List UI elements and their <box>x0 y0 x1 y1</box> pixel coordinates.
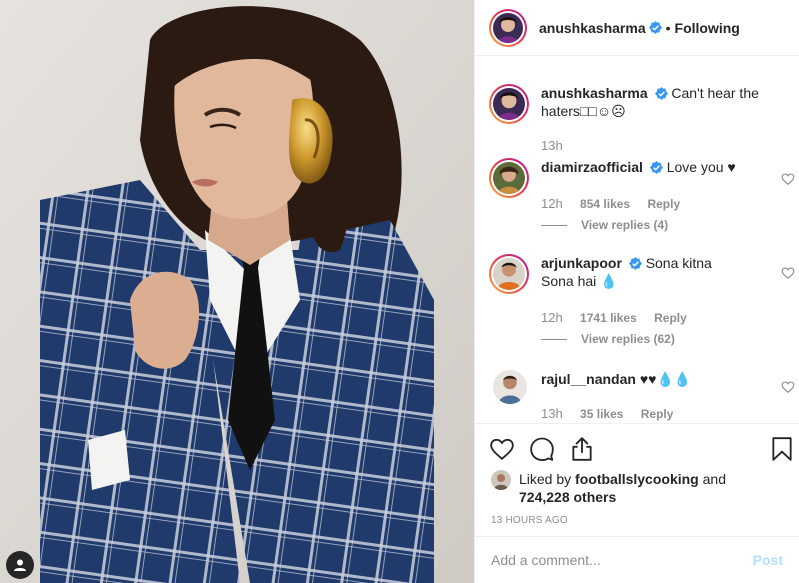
post-actions: Liked by footballslycooking and 724,228 … <box>475 423 799 535</box>
avatar-image <box>493 162 525 194</box>
comment-body: arjunkapoor Sona kitna Sona hai 💧 <box>541 254 746 290</box>
post-timestamp[interactable]: 13 HOURS AGO <box>491 515 568 526</box>
caption-avatar[interactable] <box>489 84 529 124</box>
comment-time[interactable]: 13h <box>541 138 563 153</box>
post-photo-illustration <box>0 0 474 583</box>
author-username[interactable]: anushkasharma <box>539 20 646 36</box>
comment-icon[interactable] <box>529 436 555 462</box>
comment-username[interactable]: diamirzaofficial <box>541 159 643 175</box>
caption-comment: anushkasharma Can't hear the haters□□☺☹ … <box>489 84 789 164</box>
verified-badge-icon <box>654 87 668 100</box>
comment-body: rajul__nandan ♥♥💧💧 <box>541 370 761 388</box>
comment-item: diamirzaofficial Love you ♥ 12h 854 like… <box>489 158 795 238</box>
comment-meta: 13h <box>541 138 577 153</box>
view-replies-button[interactable]: View replies (4) <box>541 218 668 232</box>
view-replies-button[interactable]: View replies (62) <box>541 332 675 346</box>
comments-list[interactable]: anushkasharma Can't hear the haters□□☺☹ … <box>475 70 799 422</box>
comment-meta: 12h 854 likes Reply <box>541 196 694 211</box>
like-comment-heart-icon[interactable] <box>781 172 795 186</box>
avatar-image <box>493 12 523 43</box>
post-header: anushkasharma • Following <box>475 0 799 56</box>
like-comment-heart-icon[interactable] <box>781 266 795 280</box>
heart-icon[interactable] <box>489 436 515 462</box>
comment-text: Love you ♥ <box>666 159 736 175</box>
replies-divider <box>541 338 567 340</box>
profile-icon-button[interactable] <box>6 551 34 579</box>
author-avatar[interactable] <box>489 8 527 47</box>
avatar-image <box>493 258 525 290</box>
view-replies-label: View replies (4) <box>581 218 669 232</box>
likes-count-button[interactable]: 724,228 others <box>519 489 616 505</box>
comment-time[interactable]: 13h <box>541 406 563 421</box>
comment-body: anushkasharma Can't hear the haters□□☺☹ <box>541 84 771 120</box>
post-image[interactable] <box>0 0 474 583</box>
following-button[interactable]: Following <box>675 20 740 36</box>
verified-badge-icon <box>648 21 662 34</box>
comment-text: ♥♥💧💧 <box>639 371 692 387</box>
comment-body: diamirzaofficial Love you ♥ <box>541 158 761 176</box>
comment-username[interactable]: arjunkapoor <box>541 255 622 271</box>
separator-dot: • <box>665 19 671 36</box>
liked-by-prefix: Liked by <box>519 471 572 487</box>
comment-likes[interactable]: 1741 likes <box>580 311 637 325</box>
reply-button[interactable]: Reply <box>641 407 674 421</box>
comment-meta: 13h 35 likes Reply <box>541 406 687 421</box>
add-comment-bar: Post <box>475 536 799 583</box>
like-comment-heart-icon[interactable] <box>781 380 795 394</box>
comment-time[interactable]: 12h <box>541 310 563 325</box>
share-icon[interactable] <box>569 436 595 462</box>
comment-time[interactable]: 12h <box>541 196 563 211</box>
comment-item: rajul__nandan ♥♥💧💧 13h 35 likes Reply <box>489 370 795 422</box>
replies-divider <box>541 224 567 226</box>
avatar-image <box>493 370 527 404</box>
comment-username[interactable]: rajul__nandan <box>541 371 636 387</box>
reply-button[interactable]: Reply <box>654 311 687 325</box>
avatar-image <box>493 88 525 120</box>
profile-icon <box>14 559 26 571</box>
comment-meta: 12h 1741 likes Reply <box>541 310 701 325</box>
comment-likes[interactable]: 854 likes <box>580 197 630 211</box>
commenter-avatar[interactable] <box>493 370 527 404</box>
liked-by-and: and <box>702 471 726 487</box>
commenter-avatar[interactable] <box>489 158 529 198</box>
comment-item: arjunkapoor Sona kitna Sona hai 💧 12h 17… <box>489 254 795 354</box>
reply-button[interactable]: Reply <box>647 197 680 211</box>
commenter-avatar[interactable] <box>489 254 529 294</box>
comment-username[interactable]: anushkasharma <box>541 85 648 101</box>
view-replies-label: View replies (62) <box>581 332 675 346</box>
post-sidebar: anushkasharma • Following anushkasharma … <box>474 0 799 583</box>
post-comment-button[interactable]: Post <box>753 552 783 568</box>
bookmark-icon[interactable] <box>769 436 795 462</box>
avatar-image <box>491 470 511 490</box>
verified-badge-icon <box>649 161 663 174</box>
comment-input[interactable] <box>491 552 753 568</box>
liker-username[interactable]: footballslycooking <box>575 471 699 487</box>
likes-summary: Liked by footballslycooking and 724,228 … <box>491 470 726 506</box>
comment-likes[interactable]: 35 likes <box>580 407 623 421</box>
liker-avatar[interactable] <box>491 470 511 490</box>
verified-badge-icon <box>628 257 642 270</box>
